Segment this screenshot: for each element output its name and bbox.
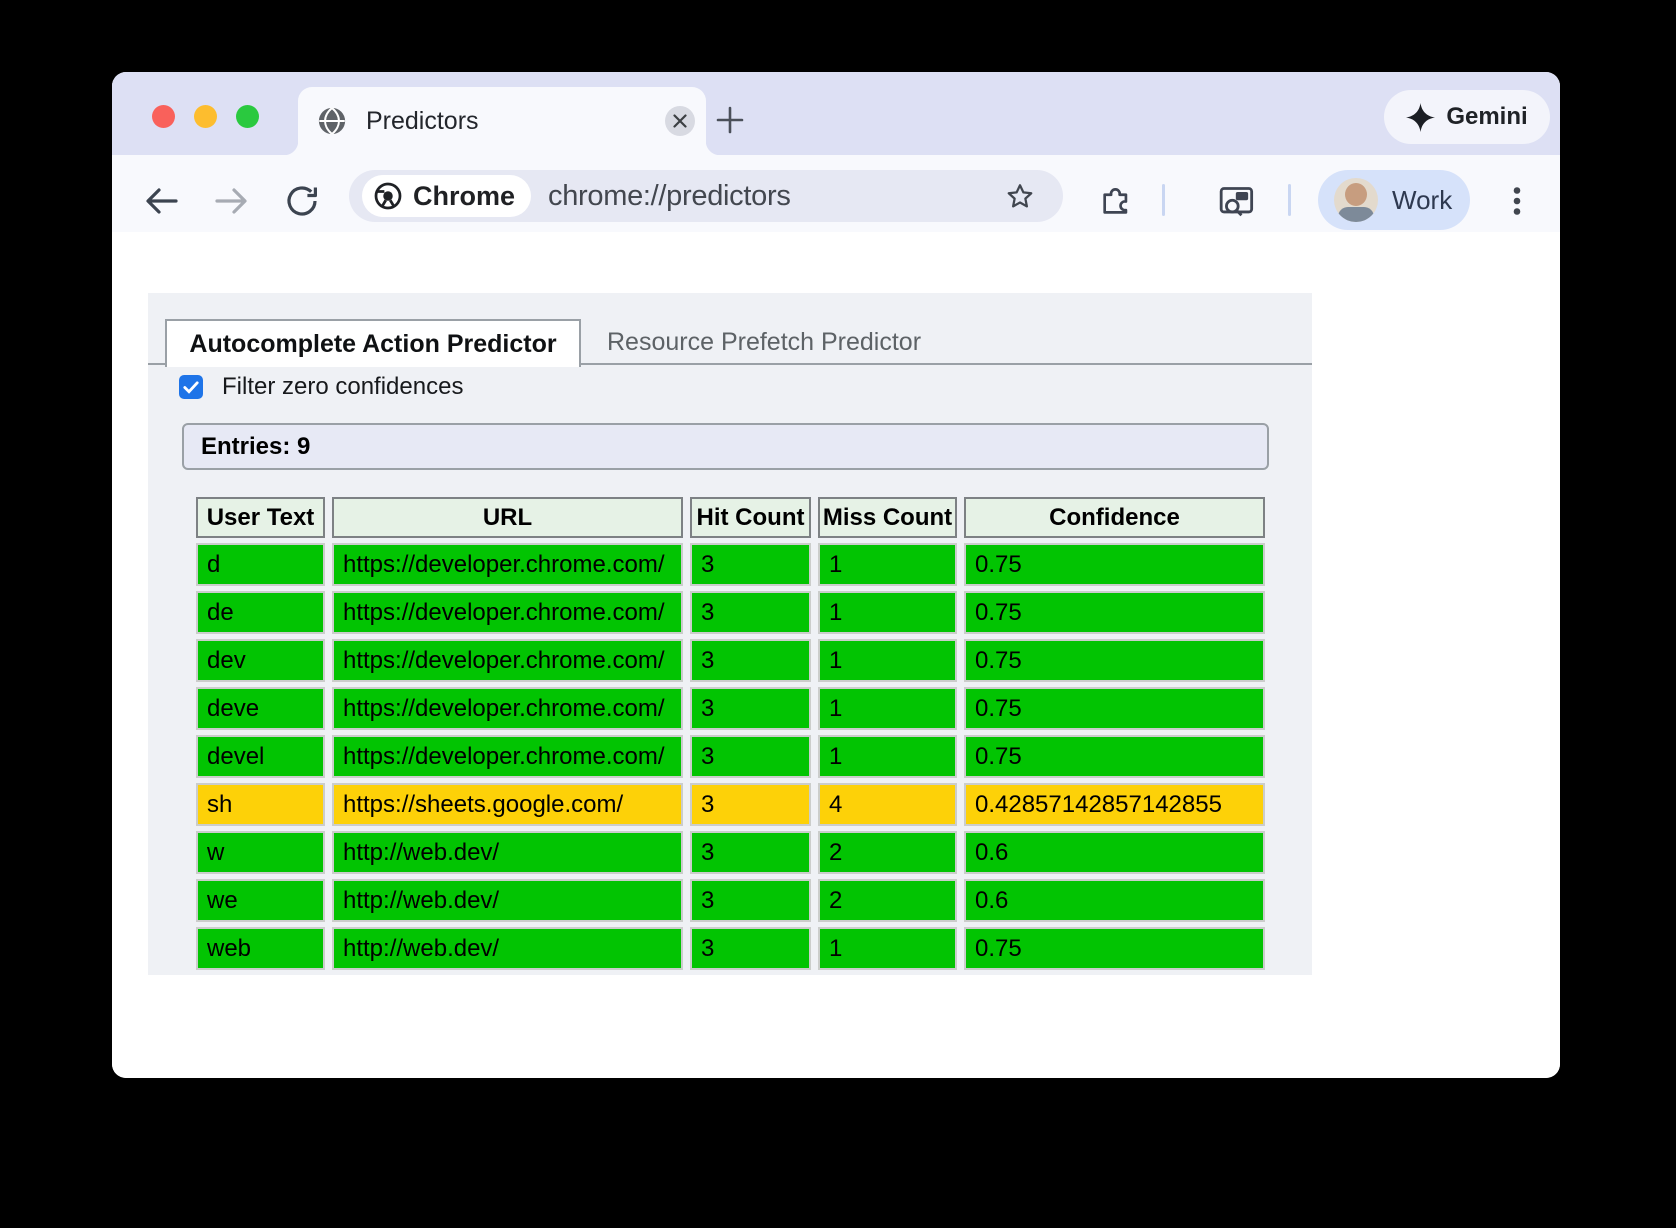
cell-hit-count: 3 — [690, 927, 811, 970]
profile-label: Work — [1392, 185, 1452, 216]
cell-user-text: devel — [196, 735, 325, 778]
cell-confidence: 0.75 — [964, 639, 1265, 682]
entries-count: Entries: 9 — [182, 423, 1269, 470]
gemini-label: Gemini — [1446, 103, 1527, 131]
predictors-content: Autocomplete Action Predictor Resource P… — [148, 293, 1312, 975]
cell-miss-count: 1 — [818, 543, 957, 586]
tab-resource-prefetch-predictor[interactable]: Resource Prefetch Predictor — [607, 319, 921, 363]
toolbar: Chrome chrome://predictors Work — [112, 155, 1560, 232]
tab-autocomplete-action-predictor[interactable]: Autocomplete Action Predictor — [165, 319, 581, 367]
minimize-window-button[interactable] — [194, 105, 217, 128]
tab-strip: Predictors Gemini — [112, 72, 1560, 155]
toolbar-separator — [1162, 184, 1165, 216]
screen-search-icon[interactable] — [1217, 185, 1257, 219]
cell-confidence: 0.75 — [964, 687, 1265, 730]
cell-url: https://developer.chrome.com/ — [332, 735, 683, 778]
cell-miss-count: 1 — [818, 591, 957, 634]
cell-confidence: 0.75 — [964, 927, 1265, 970]
cell-user-text: sh — [196, 783, 325, 826]
filter-zero-confidences-label: Filter zero confidences — [222, 373, 463, 401]
column-header: URL — [332, 497, 683, 538]
cell-hit-count: 3 — [690, 687, 811, 730]
cell-url: http://web.dev/ — [332, 927, 683, 970]
menu-button[interactable] — [1512, 187, 1522, 215]
reload-button[interactable] — [285, 184, 319, 218]
cell-url: http://web.dev/ — [332, 831, 683, 874]
tab-title: Predictors — [366, 107, 479, 136]
column-header: User Text — [196, 497, 325, 538]
column-header: Confidence — [964, 497, 1265, 538]
cell-hit-count: 3 — [690, 639, 811, 682]
column-header: Hit Count — [690, 497, 811, 538]
new-tab-button[interactable] — [707, 97, 753, 143]
cell-user-text: w — [196, 831, 325, 874]
three-dots-icon — [1512, 187, 1522, 215]
tab-close-button[interactable] — [665, 106, 695, 136]
cell-url: http://web.dev/ — [332, 879, 683, 922]
cell-hit-count: 3 — [690, 543, 811, 586]
cell-user-text: d — [196, 543, 325, 586]
cell-confidence: 0.42857142857142855 — [964, 783, 1265, 826]
site-chip[interactable]: Chrome — [362, 175, 531, 217]
extensions-icon[interactable] — [1098, 182, 1132, 216]
bookmark-star-icon[interactable] — [1005, 181, 1035, 211]
cell-hit-count: 3 — [690, 879, 811, 922]
cell-confidence: 0.75 — [964, 735, 1265, 778]
cell-confidence: 0.75 — [964, 591, 1265, 634]
cell-miss-count: 1 — [818, 927, 957, 970]
traffic-lights — [152, 105, 259, 128]
toolbar-separator — [1288, 184, 1291, 216]
tab-curve-left — [284, 141, 298, 155]
cell-miss-count: 1 — [818, 639, 957, 682]
cell-miss-count: 2 — [818, 831, 957, 874]
profile-avatar — [1334, 178, 1378, 222]
checkmark-icon — [183, 381, 199, 394]
cell-user-text: deve — [196, 687, 325, 730]
filter-zero-confidences-checkbox[interactable] — [179, 375, 203, 399]
cell-user-text: de — [196, 591, 325, 634]
gemini-button[interactable]: Gemini — [1384, 90, 1550, 144]
cell-hit-count: 3 — [690, 591, 811, 634]
cell-hit-count: 3 — [690, 831, 811, 874]
cell-miss-count: 1 — [818, 687, 957, 730]
cell-url: https://developer.chrome.com/ — [332, 543, 683, 586]
browser-window: Predictors Gemini — [112, 72, 1560, 1078]
site-chip-label: Chrome — [413, 181, 515, 212]
cell-hit-count: 3 — [690, 735, 811, 778]
cell-miss-count: 2 — [818, 879, 957, 922]
back-button[interactable] — [145, 186, 179, 216]
cell-url: https://developer.chrome.com/ — [332, 591, 683, 634]
tab-curve-right — [706, 141, 720, 155]
column-header: Miss Count — [818, 497, 957, 538]
cell-user-text: we — [196, 879, 325, 922]
cell-confidence: 0.75 — [964, 543, 1265, 586]
cell-miss-count: 4 — [818, 783, 957, 826]
profile-button[interactable]: Work — [1318, 170, 1470, 230]
address-bar[interactable]: Chrome chrome://predictors — [349, 170, 1063, 222]
predictors-table: User TextURLHit CountMiss CountConfidenc… — [196, 497, 1265, 970]
close-icon — [672, 113, 688, 129]
cell-user-text: dev — [196, 639, 325, 682]
cell-user-text: web — [196, 927, 325, 970]
gemini-spark-icon — [1406, 103, 1435, 132]
cell-miss-count: 1 — [818, 735, 957, 778]
zoom-window-button[interactable] — [236, 105, 259, 128]
url-text: chrome://predictors — [548, 180, 791, 213]
close-window-button[interactable] — [152, 105, 175, 128]
cell-hit-count: 3 — [690, 783, 811, 826]
cell-url: https://developer.chrome.com/ — [332, 687, 683, 730]
cell-confidence: 0.6 — [964, 879, 1265, 922]
globe-icon — [317, 106, 347, 136]
page-viewport: Autocomplete Action Predictor Resource P… — [112, 232, 1560, 1078]
plus-icon — [713, 103, 747, 137]
browser-tab[interactable]: Predictors — [298, 87, 706, 155]
forward-button[interactable] — [214, 186, 248, 216]
cell-url: https://developer.chrome.com/ — [332, 639, 683, 682]
cell-url: https://sheets.google.com/ — [332, 783, 683, 826]
chrome-logo-icon — [373, 181, 403, 211]
cell-confidence: 0.6 — [964, 831, 1265, 874]
